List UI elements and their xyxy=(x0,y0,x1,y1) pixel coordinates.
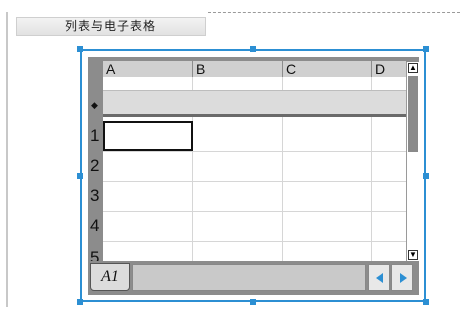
scroll-up-icon[interactable]: ▲ xyxy=(408,63,418,73)
page-left-rule xyxy=(6,12,8,307)
scroll-left-button[interactable] xyxy=(368,264,390,291)
column-header-a[interactable]: A xyxy=(103,61,192,77)
row-header-5[interactable]: 5 xyxy=(90,241,103,261)
resize-handle-top-left[interactable] xyxy=(77,46,83,52)
scroll-down-icon[interactable]: ▼ xyxy=(408,250,418,260)
arrow-left-icon xyxy=(376,273,383,283)
grid-line xyxy=(103,151,406,152)
selected-cell-a1[interactable] xyxy=(103,121,193,151)
row-header-1[interactable]: 1 xyxy=(90,121,103,151)
column-header-b[interactable]: B xyxy=(193,61,282,77)
scroll-right-button[interactable] xyxy=(391,264,413,291)
grid-line xyxy=(103,181,406,182)
row-header-4[interactable]: 4 xyxy=(90,211,103,241)
formula-row[interactable] xyxy=(103,90,406,117)
page-divider xyxy=(208,12,460,13)
resize-handle-bottom-right[interactable] xyxy=(423,299,429,305)
column-header-d[interactable]: D xyxy=(372,61,406,77)
resize-handle-bottom-left[interactable] xyxy=(77,299,83,305)
sheet-tab-a1[interactable]: A1 xyxy=(90,263,130,291)
resize-handle-top[interactable] xyxy=(250,46,256,52)
scroll-thumb[interactable] xyxy=(408,76,418,152)
resize-handle-right[interactable] xyxy=(423,173,429,179)
column-header-c[interactable]: C xyxy=(283,61,371,77)
sheet-footer: A1 xyxy=(88,261,419,295)
spreadsheet: A B C D ◆ 1 2 3 4 5 ▲ ▼ A1 xyxy=(88,57,419,295)
sheet-corner xyxy=(88,57,103,77)
row-header-3[interactable]: 3 xyxy=(90,181,103,211)
horizontal-scrollbar[interactable] xyxy=(132,264,366,291)
formula-row-marker: ◆ xyxy=(91,100,98,110)
vertical-scrollbar[interactable]: ▲ ▼ xyxy=(406,62,419,261)
row-header-2[interactable]: 2 xyxy=(90,151,103,181)
grid-line xyxy=(103,211,406,212)
resize-handle-bottom[interactable] xyxy=(250,299,256,305)
arrow-right-icon xyxy=(400,273,407,283)
resize-handle-top-right[interactable] xyxy=(423,46,429,52)
resize-handle-left[interactable] xyxy=(77,173,83,179)
tab-lists-spreadsheet[interactable]: 列表与电子表格 xyxy=(16,17,206,36)
grid-line xyxy=(103,241,406,242)
